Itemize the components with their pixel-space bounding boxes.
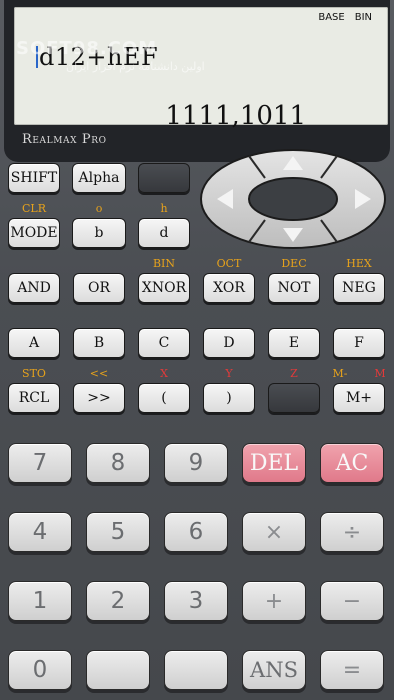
sto-label: STO — [22, 367, 46, 380]
xnor-button[interactable]: XNOR — [138, 273, 190, 303]
neg-button[interactable]: NEG — [333, 273, 385, 303]
shift-left-label: << — [89, 367, 109, 380]
answer-button[interactable]: ANS — [242, 650, 306, 690]
open-paren-button[interactable]: ( — [138, 383, 190, 413]
display-frame: BASE BIN d12+hEF 1111,1011 SOFT98.COM اول… — [4, 0, 390, 162]
subtract-button[interactable]: − — [320, 581, 384, 621]
digit-6-button[interactable]: 6 — [164, 512, 228, 552]
watermark-subtitle: اولین دانشنامه نرم افزار ایران — [66, 60, 205, 73]
not-button[interactable]: NOT — [268, 273, 320, 303]
hex-c-button[interactable]: C — [138, 328, 190, 358]
hex-label: HEX — [346, 257, 372, 270]
blank-keypad-button-1[interactable] — [86, 650, 150, 690]
digit-1-button[interactable]: 1 — [8, 581, 72, 621]
oct-label: OCT — [216, 257, 242, 270]
base-indicator: BASE — [318, 12, 345, 23]
blank-keypad-button-2[interactable] — [164, 650, 228, 690]
hex-e-button[interactable]: E — [268, 328, 320, 358]
close-paren-button[interactable]: ) — [203, 383, 255, 413]
alpha-button[interactable]: Alpha — [72, 163, 126, 193]
brand-label: Realmax Pro — [22, 132, 107, 147]
bin-indicator: BIN — [354, 12, 372, 23]
delete-button[interactable]: DEL — [242, 443, 306, 483]
shift-right-button[interactable]: >> — [73, 383, 125, 413]
all-clear-button[interactable]: AC — [320, 443, 384, 483]
hex-d-button[interactable]: D — [203, 328, 255, 358]
rcl-button[interactable]: RCL — [8, 383, 60, 413]
multiply-button[interactable]: × — [242, 512, 306, 552]
result-line: 1111,1011 — [165, 101, 306, 131]
blank-row5-button[interactable] — [268, 383, 320, 413]
digit-0-button[interactable]: 0 — [8, 650, 72, 690]
digit-4-button[interactable]: 4 — [8, 512, 72, 552]
add-button[interactable]: + — [242, 581, 306, 621]
clr-label: CLR — [21, 202, 46, 215]
m-label: M — [374, 367, 386, 380]
digit-3-button[interactable]: 3 — [164, 581, 228, 621]
m-minus-label: M- — [332, 367, 348, 380]
divide-button[interactable]: ÷ — [320, 512, 384, 552]
b-button[interactable]: b — [72, 218, 126, 248]
bin-label: BIN — [152, 257, 176, 270]
direction-pad[interactable] — [199, 148, 387, 250]
shift-button[interactable]: SHIFT — [8, 163, 60, 193]
h-label: h — [160, 202, 168, 215]
blank-function-button[interactable] — [138, 163, 190, 193]
equals-button[interactable]: = — [320, 650, 384, 690]
dec-label: DEC — [281, 257, 307, 270]
digit-2-button[interactable]: 2 — [86, 581, 150, 621]
or-button[interactable]: OR — [73, 273, 125, 303]
digit-7-button[interactable]: 7 — [8, 443, 72, 483]
z-label: Z — [290, 367, 298, 380]
mode-indicators: BASE BIN — [308, 12, 372, 23]
xor-button[interactable]: XOR — [203, 273, 255, 303]
y-label: Y — [225, 367, 233, 380]
mode-button[interactable]: MODE — [8, 218, 60, 248]
watermark-logo: SOFT98.COM — [16, 38, 158, 59]
digit-9-button[interactable]: 9 — [164, 443, 228, 483]
hex-f-button[interactable]: F — [333, 328, 385, 358]
d-button[interactable]: d — [138, 218, 190, 248]
x-label: X — [160, 367, 168, 380]
digit-5-button[interactable]: 5 — [86, 512, 150, 552]
and-button[interactable]: AND — [8, 273, 60, 303]
m-plus-button[interactable]: M+ — [333, 383, 385, 413]
hex-a-button[interactable]: A — [8, 328, 60, 358]
o-label: o — [95, 202, 103, 215]
hex-b-button[interactable]: B — [73, 328, 125, 358]
digit-8-button[interactable]: 8 — [86, 443, 150, 483]
